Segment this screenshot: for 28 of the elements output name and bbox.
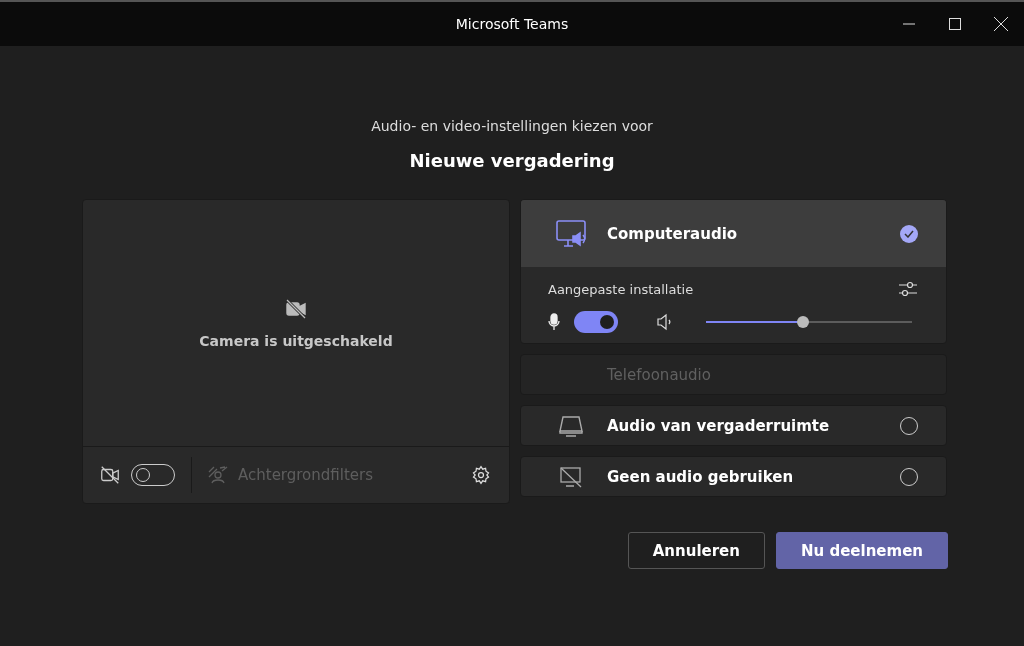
audio-option-card[interactable]: Computeraudio Aangepaste installatie bbox=[520, 199, 947, 344]
settings-icon[interactable] bbox=[471, 465, 491, 485]
camera-off-icon bbox=[284, 297, 308, 321]
audio-option-label: Geen audio gebruiken bbox=[607, 467, 795, 486]
sliders-icon[interactable] bbox=[898, 281, 918, 297]
camera-status-text: Camera is uitgeschakeld bbox=[199, 333, 393, 349]
radio-button[interactable] bbox=[900, 224, 918, 243]
audio-option-label: Computeraudio bbox=[607, 224, 739, 243]
maximize-icon[interactable] bbox=[948, 17, 962, 31]
meeting-title: Nieuwe vergadering bbox=[408, 150, 616, 171]
cancel-button[interactable]: Annuleren bbox=[627, 532, 765, 569]
audio-option-label: Telefoonaudio bbox=[607, 365, 712, 384]
close-icon[interactable] bbox=[993, 16, 1009, 32]
monitor-off-icon bbox=[559, 465, 583, 488]
audio-option-card[interactable]: Geen audio gebruiken bbox=[520, 456, 947, 497]
settings-label: Aangepaste installatie bbox=[548, 281, 694, 297]
audio-option-label: Audio van vergaderruimte bbox=[607, 416, 831, 435]
join-button[interactable]: Nu deelnemen bbox=[776, 532, 948, 569]
window-title: Microsoft Teams bbox=[455, 16, 569, 32]
audio-option-card[interactable]: Audio van vergaderruimte bbox=[520, 405, 947, 446]
camera-off-icon bbox=[99, 464, 121, 486]
check-icon bbox=[904, 229, 914, 238]
speakerphone-icon bbox=[558, 414, 584, 437]
microphone-toggle[interactable] bbox=[574, 311, 618, 333]
subtitle: Audio- en video-instellingen kiezen voor bbox=[370, 118, 654, 134]
microphone-icon bbox=[548, 313, 560, 331]
monitor-speaker-icon bbox=[555, 217, 587, 250]
background-filter-icon bbox=[208, 466, 228, 484]
